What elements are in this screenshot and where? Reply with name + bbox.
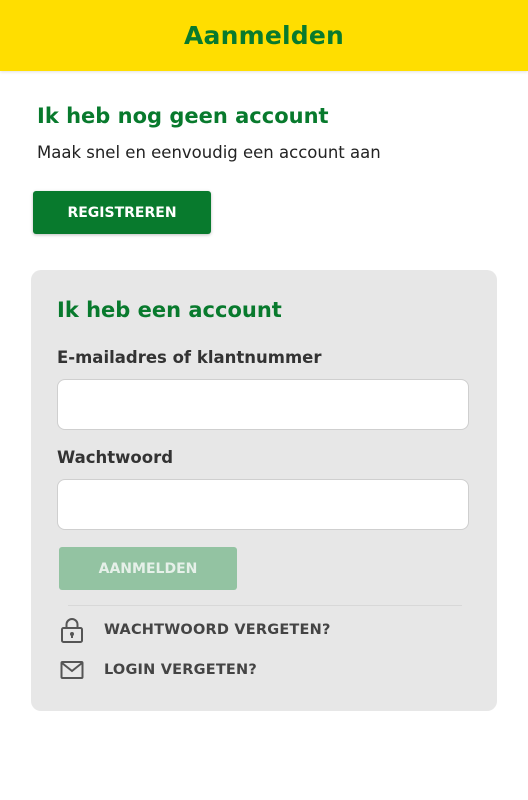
- login-heading: Ik heb een account: [57, 298, 282, 322]
- forgot-password-link[interactable]: WACHTWOORD VERGETEN?: [57, 615, 331, 645]
- password-label: Wachtwoord: [57, 448, 174, 467]
- page-title: Aanmelden: [183, 21, 345, 50]
- forgot-login-label: LOGIN VERGETEN?: [104, 662, 257, 678]
- register-subtext: Maak snel en eenvoudig een account aan: [37, 143, 381, 162]
- divider: [68, 605, 462, 606]
- login-submit-button[interactable]: AANMELDEN: [59, 547, 237, 590]
- register-button[interactable]: REGISTREREN: [33, 191, 211, 234]
- email-field[interactable]: [57, 379, 469, 430]
- email-label: E-mailadres of klantnummer: [57, 348, 322, 367]
- lock-icon: [57, 615, 87, 645]
- register-heading: Ik heb nog geen account: [37, 104, 329, 128]
- app-header: Aanmelden: [0, 0, 528, 71]
- forgot-login-link[interactable]: LOGIN VERGETEN?: [57, 655, 257, 685]
- forgot-password-label: WACHTWOORD VERGETEN?: [104, 622, 331, 638]
- login-card: Ik heb een account E-mailadres of klantn…: [31, 270, 497, 711]
- password-field[interactable]: [57, 479, 469, 530]
- envelope-icon: [57, 655, 87, 685]
- login-screen: Aanmelden Ik heb nog geen account Maak s…: [0, 0, 528, 800]
